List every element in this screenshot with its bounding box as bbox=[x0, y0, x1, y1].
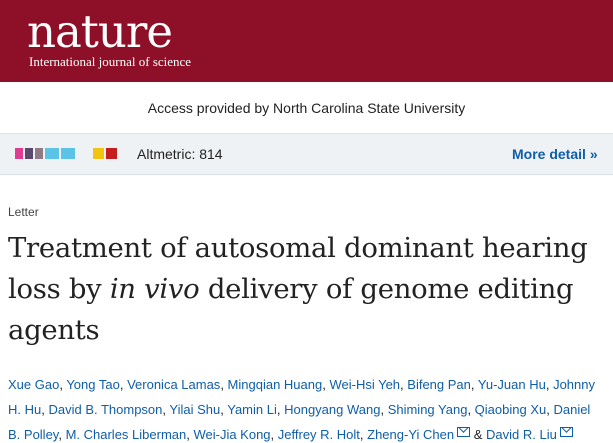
article-title: Treatment of autosomal dominant hearing … bbox=[8, 228, 608, 351]
altmetric-score: Altmetric: 814 bbox=[137, 146, 223, 162]
author-list: Xue Gao, Yong Tao, Veronica Lamas, Mingq… bbox=[8, 372, 606, 443]
author-link[interactable]: Qiaobing Xu bbox=[475, 402, 547, 417]
author-link[interactable]: Jeffrey R. Holt bbox=[278, 427, 360, 442]
author-link[interactable]: Wei-Hsi Yeh bbox=[329, 377, 400, 392]
nature-logo[interactable]: nature bbox=[27, 6, 173, 58]
logo-tagline: International journal of science bbox=[29, 54, 192, 69]
author-link[interactable]: Bifeng Pan bbox=[407, 377, 471, 392]
altmetric-bar: Altmetric: 814 More detail» bbox=[0, 133, 613, 175]
author-separator: , bbox=[220, 377, 228, 392]
author-link[interactable]: Yilai Shu bbox=[169, 402, 220, 417]
author-link[interactable]: Wei-Jia Kong bbox=[193, 427, 270, 442]
author-link[interactable]: Xue Gao bbox=[8, 377, 59, 392]
author-separator: , bbox=[270, 427, 278, 442]
author-separator: , bbox=[58, 427, 66, 442]
author-separator: , bbox=[276, 402, 285, 417]
author-link[interactable]: Yong Tao bbox=[66, 377, 120, 392]
mail-icon[interactable] bbox=[559, 427, 573, 437]
altmetric-segment bbox=[35, 148, 43, 159]
author-link[interactable]: David R. Liu bbox=[486, 427, 557, 442]
author-separator: , bbox=[467, 402, 475, 417]
author-link[interactable]: Shiming Yang bbox=[388, 402, 468, 417]
author-link[interactable]: Yamin Li bbox=[227, 402, 277, 417]
altmetric-segment bbox=[15, 148, 23, 159]
author-link[interactable]: Mingqian Huang bbox=[228, 377, 323, 392]
author-link[interactable]: Zheng-Yi Chen bbox=[367, 427, 454, 442]
author-link[interactable]: David B. Thompson bbox=[48, 402, 162, 417]
more-detail-label: More detail bbox=[512, 146, 586, 162]
author-link[interactable]: Veronica Lamas bbox=[127, 377, 220, 392]
altmetric-segment bbox=[93, 148, 104, 159]
altmetric-segment bbox=[45, 148, 59, 159]
author-separator: , bbox=[380, 402, 388, 417]
double-chevron-right-icon: » bbox=[589, 146, 598, 162]
altmetric-segment bbox=[61, 148, 75, 159]
author-link[interactable]: M. Charles Liberman bbox=[66, 427, 187, 442]
altmetric-donut-icon[interactable] bbox=[15, 144, 119, 164]
title-italic-text: in vivo bbox=[109, 273, 200, 305]
author-separator: , bbox=[470, 377, 478, 392]
author-link[interactable]: Yu-Juan Hu bbox=[478, 377, 546, 392]
access-provided-text: Access provided by North Carolina State … bbox=[147, 100, 466, 116]
more-detail-link[interactable]: More detail» bbox=[512, 146, 598, 162]
site-header: nature International journal of science bbox=[0, 0, 613, 82]
mail-icon[interactable] bbox=[457, 427, 471, 437]
author-separator: , bbox=[119, 377, 128, 392]
author-separator: , bbox=[545, 377, 554, 392]
author-link[interactable]: Hongyang Wang bbox=[284, 402, 380, 417]
article-type: Letter bbox=[8, 205, 39, 219]
altmetric-segment bbox=[106, 148, 117, 159]
altmetric-segment bbox=[25, 148, 33, 159]
author-separator: & bbox=[470, 427, 487, 442]
